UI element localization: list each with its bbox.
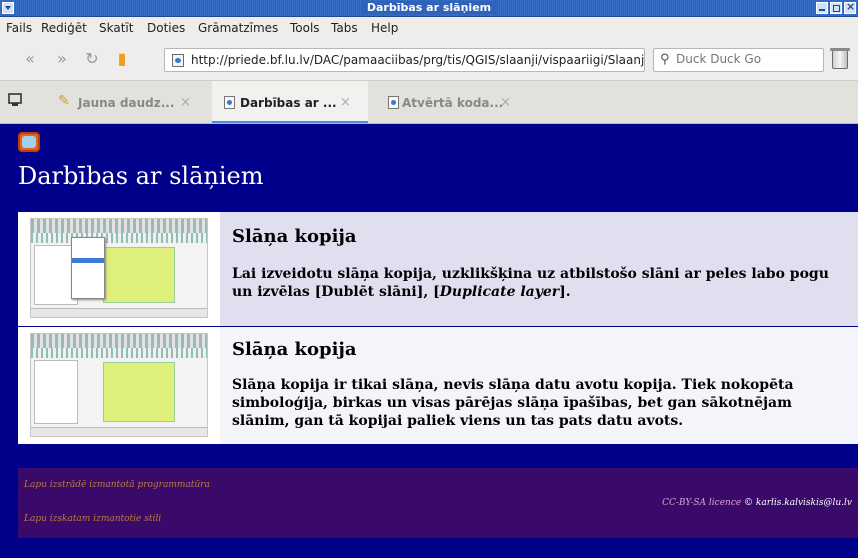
table-row: Slāņa kopija Slāņa kopija ir tikai slāņa… <box>18 327 858 444</box>
text-italic: Duplicate layer <box>439 284 560 300</box>
thumbnail-cell <box>18 327 220 444</box>
search-input[interactable] <box>676 52 816 66</box>
content-table: Slāņa kopija Lai izveidotu slāņa kopija,… <box>18 212 858 444</box>
screenshot-thumbnail[interactable] <box>30 218 208 318</box>
menu-doties[interactable]: Doties <box>147 21 185 35</box>
license-text: CC-BY-SA licence © karlis.kalviskis@lu.l… <box>662 498 852 508</box>
maximize-icon[interactable] <box>830 2 842 14</box>
tab-page-icon <box>224 96 235 109</box>
tab-favicon-icon: ✎ <box>58 93 70 109</box>
bookmark-icon[interactable]: ▮ <box>112 49 132 69</box>
minimize-icon[interactable] <box>816 2 828 14</box>
screenshot-thumbnail[interactable] <box>30 333 208 437</box>
page-footer: Lapu izstrādē izmantotā programmatūra La… <box>18 468 858 538</box>
window-titlebar[interactable]: Darbības ar slāņiem <box>0 0 858 17</box>
tab-darbibas[interactable]: Darbības ar ... × <box>212 81 368 123</box>
text-part: ]. <box>559 284 571 300</box>
table-row: Slāņa kopija Lai izveidotu slāņa kopija,… <box>18 212 858 326</box>
menu-tools[interactable]: Tools <box>290 21 320 35</box>
text-cell: Slāņa kopija Lai izveidotu slāņa kopija,… <box>232 212 848 301</box>
reload-icon[interactable]: ↻ <box>82 49 102 69</box>
section-heading: Slāņa kopija <box>232 226 357 247</box>
section-text: Slāņa kopija ir tikai slāņa, nevis slāņa… <box>232 377 794 429</box>
back-icon[interactable]: « <box>20 49 40 69</box>
tab-close-icon[interactable]: × <box>180 95 191 110</box>
window-title-wrap: Darbības ar slāņiem <box>0 1 858 14</box>
tab-close-icon[interactable]: × <box>340 95 351 110</box>
menu-gramatzimes[interactable]: Grāmatzīmes <box>198 21 278 35</box>
url-text: http://priede.bf.lu.lv/DAC/pamaaciibas/p… <box>191 53 645 67</box>
menu-tabs[interactable]: Tabs <box>331 21 358 35</box>
page-title: Darbības ar slāņiem <box>18 162 264 190</box>
trash-icon[interactable] <box>830 48 850 69</box>
forward-icon[interactable]: » <box>52 49 72 69</box>
tv-icon[interactable] <box>18 132 40 152</box>
tab-label: Darbības ar ... <box>240 96 337 110</box>
section-text: Lai izveidotu slāņa kopija, uzklikšķina … <box>232 265 848 301</box>
navigation-toolbar: « » ↻ ▮ http://priede.bf.lu.lv/DAC/pamaa… <box>0 39 858 81</box>
context-menu-image <box>71 237 105 299</box>
tab-label: Jauna daudz... <box>78 96 175 110</box>
menu-help[interactable]: Help <box>371 21 398 35</box>
tab-jauna[interactable]: ✎ Jauna daudz... × <box>44 81 204 123</box>
section-heading: Slāņa kopija <box>232 339 357 360</box>
search-icon: ⚲ <box>660 52 670 67</box>
url-bar[interactable]: http://priede.bf.lu.lv/DAC/pamaaciibas/p… <box>164 48 645 72</box>
menu-fails[interactable]: Fails <box>6 21 32 35</box>
tab-close-icon[interactable]: × <box>500 95 511 110</box>
menu-skatit[interactable]: Skatīt <box>99 21 133 35</box>
tab-atverta[interactable]: Atvērtā koda... × <box>376 81 536 123</box>
page-icon <box>172 54 184 67</box>
page-content: Darbības ar slāņiem Slāņa kopija Lai izv… <box>0 124 858 558</box>
thumbnail-cell <box>18 212 220 326</box>
menu-bar: Fails Rediģēt Skatīt Doties Grāmatzīmes … <box>0 17 858 39</box>
license-link[interactable]: CC-BY-SA licence <box>662 498 741 508</box>
search-box[interactable]: ⚲ <box>653 48 824 72</box>
tab-bar: ✎ Jauna daudz... × Darbības ar ... × Atv… <box>0 81 858 124</box>
footer-link-software[interactable]: Lapu izstrādē izmantotā programmatūra <box>24 480 210 490</box>
author-email[interactable]: © karlis.kalviskis@lu.lv <box>741 498 852 508</box>
tab-page-icon <box>388 96 399 109</box>
window-title: Darbības ar slāņiem <box>360 1 498 14</box>
footer-link-styles[interactable]: Lapu izskatam izmantotie stili <box>24 514 161 524</box>
menu-rediget[interactable]: Rediģēt <box>41 21 87 35</box>
text-cell: Slāņa kopija Slāņa kopija ir tikai slāņa… <box>232 327 848 430</box>
tab-list-icon[interactable] <box>8 93 22 107</box>
close-window-icon[interactable] <box>844 0 856 14</box>
tab-label: Atvērtā koda... <box>402 96 504 110</box>
